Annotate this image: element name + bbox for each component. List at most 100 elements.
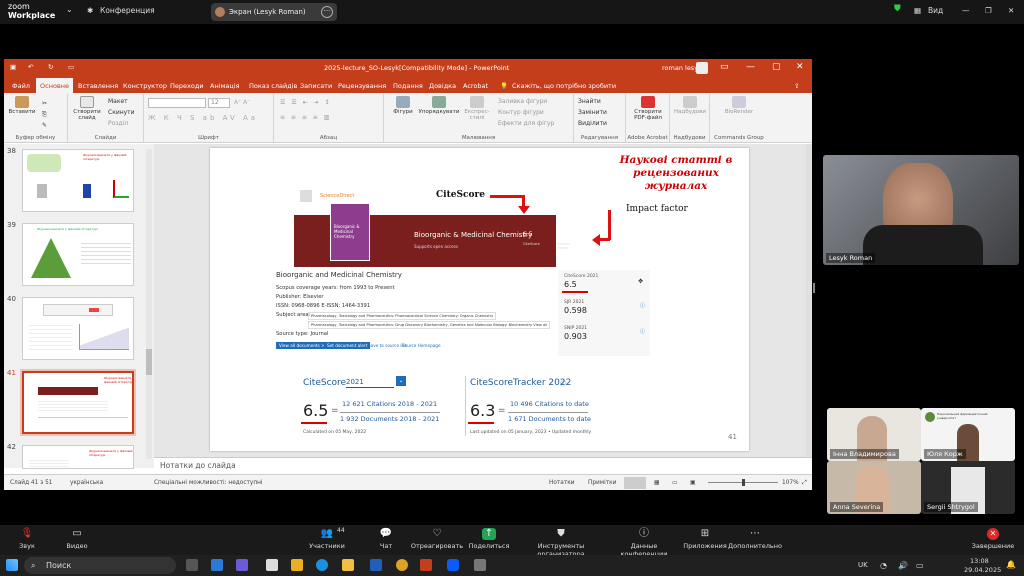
slide-sorter-icon[interactable]: ▦ xyxy=(654,480,659,486)
wifi-icon[interactable]: ◔ xyxy=(880,561,887,570)
windows-start-icon[interactable] xyxy=(6,559,18,571)
info-icon[interactable]: ⓘ xyxy=(640,302,645,309)
chevron-down-icon[interactable]: ⌄ xyxy=(396,376,406,386)
language-indicator[interactable]: UK xyxy=(858,561,868,569)
source-homepage-link[interactable]: Source Homepage xyxy=(402,342,441,349)
select-button[interactable]: Виділити xyxy=(578,120,607,127)
panel-resize-handle[interactable] xyxy=(813,283,815,293)
arrange-button[interactable]: Упорядкувати xyxy=(418,96,460,115)
fit-slide-icon[interactable]: ⤢ xyxy=(802,480,807,487)
slide-scrollbar[interactable] xyxy=(806,144,812,457)
save-to-source-list-link[interactable]: Save to source list xyxy=(368,342,407,349)
biorender-button[interactable]: BioRender xyxy=(714,96,764,115)
end-button[interactable]: ✕ Завершение xyxy=(961,527,1024,550)
task-view-icon[interactable] xyxy=(186,559,198,571)
ribbon-display-icon[interactable]: ▭ xyxy=(720,62,729,72)
slideshow-icon[interactable]: ▣ xyxy=(690,480,695,486)
tab-transitions[interactable]: Переходи xyxy=(170,82,204,90)
create-pdf-button[interactable]: Створити PDF-файл xyxy=(628,96,668,121)
share-button[interactable]: ↑ Поделиться xyxy=(454,527,524,550)
paste-button[interactable]: Вставити xyxy=(8,96,36,115)
word-icon[interactable] xyxy=(370,559,382,571)
store-icon[interactable] xyxy=(266,559,278,571)
outlook-icon[interactable] xyxy=(211,559,223,571)
tab-slideshow[interactable]: Показ слайдів xyxy=(249,82,297,90)
view-label[interactable]: Вид xyxy=(928,6,943,15)
font-size-input[interactable]: 12 xyxy=(208,98,230,108)
list-icons[interactable]: ☰ ☰ ⇤ ⇥ ↕ xyxy=(280,99,331,106)
align-icons[interactable]: ≡ ≡ ≡ ≡ ▥ xyxy=(280,114,331,121)
folder-icon[interactable] xyxy=(342,559,354,571)
tab-home[interactable]: Основне xyxy=(36,78,73,93)
reset-button[interactable]: Скинути xyxy=(108,109,135,116)
present-icon[interactable]: ▭ xyxy=(68,63,74,71)
reading-view-icon[interactable]: ▭ xyxy=(672,480,677,486)
battery-icon[interactable]: ▭ xyxy=(916,561,924,570)
zoom-level[interactable]: 107% xyxy=(782,480,799,486)
app-icon[interactable] xyxy=(474,559,486,571)
shape-outline-button[interactable]: Контур фігури xyxy=(498,109,544,116)
powerpoint-icon[interactable] xyxy=(420,559,432,571)
format-painter-icon[interactable]: ✎ xyxy=(42,122,47,129)
slide-thumbnail-40[interactable] xyxy=(22,297,134,360)
shape-effects-button[interactable]: Ефекти для фігур xyxy=(498,120,554,127)
chrome-icon[interactable] xyxy=(396,559,408,571)
tab-review[interactable]: Рецензування xyxy=(338,82,386,90)
font-style-buttons[interactable]: Ж К Ч S ab AV Aa xyxy=(148,114,258,122)
shape-fill-button[interactable]: Заливка фігури xyxy=(498,98,547,105)
slide-thumbnail-41[interactable]: Журналі вивчати у фаховій літературі xyxy=(20,369,136,436)
find-button[interactable]: Знайти xyxy=(578,98,601,105)
video-tile-anna[interactable]: Anna Severina xyxy=(827,461,921,514)
tab-animations[interactable]: Анімація xyxy=(210,82,240,90)
maximize-icon[interactable]: ❐ xyxy=(985,6,992,15)
info-icon[interactable]: ⓘ xyxy=(640,328,645,335)
tab-help[interactable]: Довідка xyxy=(429,82,456,90)
maximize-icon[interactable]: ▢ xyxy=(772,62,781,72)
conference-label[interactable]: Конференция xyxy=(100,6,155,15)
citescore-year-select[interactable]: 2021 xyxy=(346,378,394,388)
video-tile-lesyk-roman[interactable]: Lesyk Roman xyxy=(823,155,1019,265)
grow-font-icon[interactable]: A⁺ A⁻ xyxy=(234,99,250,106)
more-button[interactable]: ⋯ Дополнительно xyxy=(720,527,790,550)
documents-link[interactable]: 1 932 Documents 2018 - 2021 xyxy=(340,415,439,423)
notes-button[interactable]: Нотатки xyxy=(549,480,574,486)
video-tile-yulia[interactable]: Національний фармацевтичний університет … xyxy=(921,408,1015,461)
new-slide-button[interactable]: Створити слайд xyxy=(70,96,104,121)
chevron-down-icon[interactable]: ⌄ xyxy=(66,5,73,14)
normal-view-icon[interactable] xyxy=(624,477,646,489)
share-icon[interactable]: ⇪ xyxy=(794,82,799,90)
subjects-line1[interactable]: Pharmacology, Toxicology and Pharmaceuti… xyxy=(308,312,497,320)
info-icon[interactable]: ⓘ xyxy=(560,379,566,388)
redo-icon[interactable]: ↻ xyxy=(48,63,53,71)
replace-button[interactable]: Замінити xyxy=(578,109,607,116)
close-icon[interactable]: ✕ xyxy=(796,62,804,72)
tab-record[interactable]: Записати xyxy=(300,82,332,90)
addins-button[interactable]: Надбудови xyxy=(672,96,708,115)
host-tools-button[interactable]: ⛊ Инструменты организатора xyxy=(525,527,597,558)
clock-time[interactable]: 13:08 xyxy=(970,557,989,565)
edge-icon[interactable] xyxy=(316,559,328,571)
shield-icon[interactable]: ⛊ xyxy=(894,4,901,14)
meeting-info-button[interactable]: ⓘ Данные конференции xyxy=(609,527,679,558)
slide-thumbnail-39[interactable]: Журналі вивчати у фаховій літературі xyxy=(22,223,134,286)
language-indicator[interactable]: українська xyxy=(70,480,103,486)
notification-icon[interactable]: 🔔 xyxy=(1006,560,1016,569)
taskbar-search[interactable]: ⌕ Поиск xyxy=(24,557,176,574)
slide-thumbnail-38[interactable]: Журналі вивчати у фаховій літературі xyxy=(22,149,134,212)
video-tile-sergii[interactable]: Sergii Shtrygol xyxy=(921,461,1015,514)
video-button[interactable]: ▭ Видео xyxy=(42,527,112,550)
explorer-icon[interactable] xyxy=(291,559,303,571)
tell-me-input[interactable]: Скажіть, що потрібно зробити xyxy=(512,82,616,90)
tab-insert[interactable]: Вставлення xyxy=(78,82,118,90)
copy-icon[interactable]: ⎘ xyxy=(42,111,47,119)
tab-view[interactable]: Подання xyxy=(393,82,423,90)
more-icon[interactable]: ··· xyxy=(321,6,333,18)
video-tile-inna[interactable]: Інна Владимирова xyxy=(827,408,921,461)
view-all-documents-button[interactable]: View all documents > xyxy=(276,342,328,349)
shapes-button[interactable]: Фігури xyxy=(390,96,416,115)
accessibility-status[interactable]: Спеціальні можливості: недоступні xyxy=(154,480,263,486)
slide-thumbnail-42[interactable]: Журналі вивчати у фаховій літературі xyxy=(22,445,134,469)
tab-file[interactable]: Файл xyxy=(12,82,30,90)
subjects-line2[interactable]: Pharmacology, Toxicology and Pharmaceuti… xyxy=(308,321,551,329)
save-icon[interactable]: ▣ xyxy=(10,63,16,71)
